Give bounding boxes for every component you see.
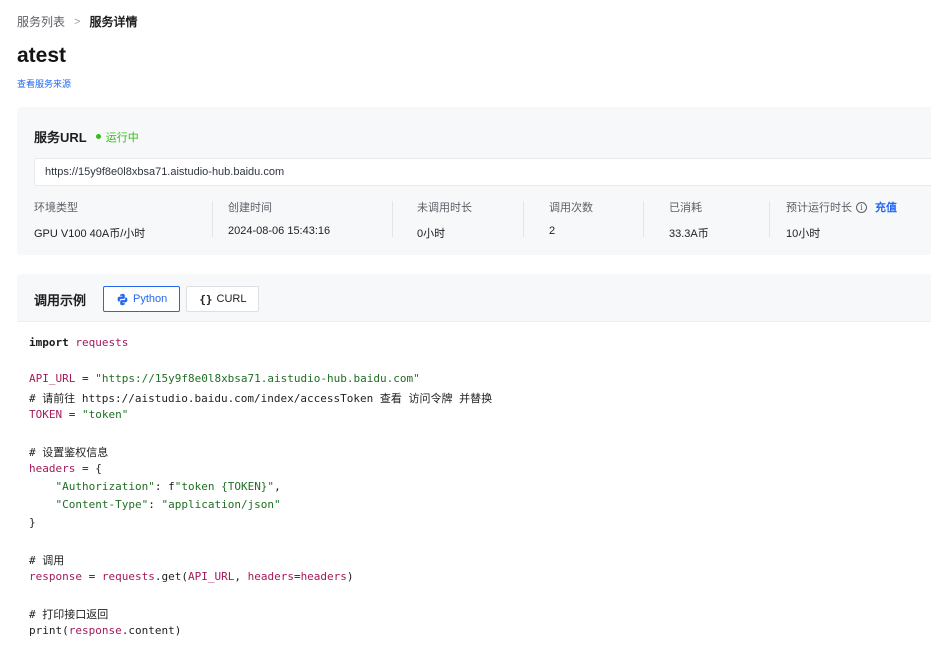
code-comment: # 设置鉴权信息	[29, 446, 109, 459]
code-line: import requests	[29, 336, 129, 349]
stat-value: GPU V100 40A币/小时	[34, 228, 146, 240]
service-title-row: 服务URL 运行中	[34, 127, 139, 146]
stat-value: 2	[549, 225, 556, 237]
example-panel: 调用示例 Python {} CURL import requests API_…	[17, 274, 931, 669]
recharge-link[interactable]: 充值	[875, 199, 897, 215]
code-comment: # 请前往 https://aistudio.baidu.com/index/a…	[29, 392, 493, 405]
tab-label: Python	[133, 293, 168, 305]
code-line: API_URL = "https://15y9f8e0l8xbsa71.aist…	[29, 372, 420, 385]
status-badge: 运行中	[95, 129, 139, 145]
chevron-right-icon: >	[74, 15, 81, 28]
info-icon[interactable]: i	[856, 201, 867, 213]
stat-divider	[643, 201, 644, 237]
service-url-field[interactable]: https://15y9f8e0l8xbsa71.aistudio-hub.ba…	[34, 158, 931, 186]
tab-python[interactable]: Python	[103, 286, 181, 312]
stat-consumed: 已消耗 33.3A币	[669, 199, 709, 240]
code-comment: # 打印接口返回	[29, 608, 109, 621]
stat-idle-duration: 未调用时长 0小时	[417, 199, 472, 240]
stat-value: 0小时	[417, 228, 446, 240]
status-dot-icon	[95, 134, 101, 139]
code-line: }	[29, 516, 36, 529]
stat-env-type: 环境类型 GPU V100 40A币/小时	[34, 199, 146, 240]
service-url-title: 服务URL	[34, 130, 87, 145]
code-line: print(response.content)	[29, 624, 182, 637]
breadcrumb-current: 服务详情	[89, 15, 138, 29]
stat-divider	[523, 201, 524, 237]
stat-divider	[212, 201, 213, 237]
stat-value: 10小时	[786, 228, 821, 240]
curly-braces-icon: {}	[199, 292, 213, 306]
code-line: response = requests.get(API_URL, headers…	[29, 570, 354, 583]
code-line: headers = {	[29, 462, 102, 475]
breadcrumb-service-list-link[interactable]: 服务列表	[17, 13, 65, 30]
code-block[interactable]: import requests API_URL = "https://15y9f…	[17, 321, 931, 669]
stat-label: 环境类型	[34, 202, 78, 214]
stat-label: 创建时间	[228, 202, 272, 214]
python-icon	[116, 293, 129, 306]
breadcrumb: 服务列表 > 服务详情	[17, 13, 137, 30]
example-title: 调用示例	[34, 292, 87, 308]
stat-created-time: 创建时间 2024-08-06 15:43:16	[228, 199, 330, 239]
tab-curl[interactable]: {} CURL	[186, 286, 260, 312]
stat-divider	[769, 201, 770, 237]
stat-label: 已消耗	[669, 202, 702, 214]
page-title: atest	[17, 44, 67, 67]
stat-label: 预计运行时长	[786, 202, 852, 214]
example-title-row: 调用示例 Python {} CURL	[34, 286, 265, 312]
stat-call-count: 调用次数 2	[549, 199, 593, 239]
status-text: 运行中	[105, 131, 139, 144]
view-source-link[interactable]: 查看服务来源	[17, 77, 71, 90]
service-info-panel: 服务URL 运行中 https://15y9f8e0l8xbsa71.aistu…	[17, 107, 931, 255]
code-line: "Authorization": f"token {TOKEN}",	[29, 480, 281, 493]
code-line: TOKEN = "token"	[29, 408, 129, 421]
stat-value: 2024-08-06 15:43:16	[228, 225, 331, 237]
stat-estimated-runtime: 预计运行时长 i 充值 10小时	[786, 199, 897, 240]
code-line: "Content-Type": "application/json"	[29, 498, 281, 511]
stat-label: 调用次数	[549, 202, 593, 214]
stat-divider	[392, 201, 393, 237]
code-comment: # 调用	[29, 554, 65, 567]
tab-label: CURL	[216, 293, 247, 305]
stat-value: 33.3A币	[669, 228, 709, 240]
stat-label-row: 预计运行时长 i 充值	[786, 199, 897, 215]
stat-label: 未调用时长	[417, 202, 472, 214]
